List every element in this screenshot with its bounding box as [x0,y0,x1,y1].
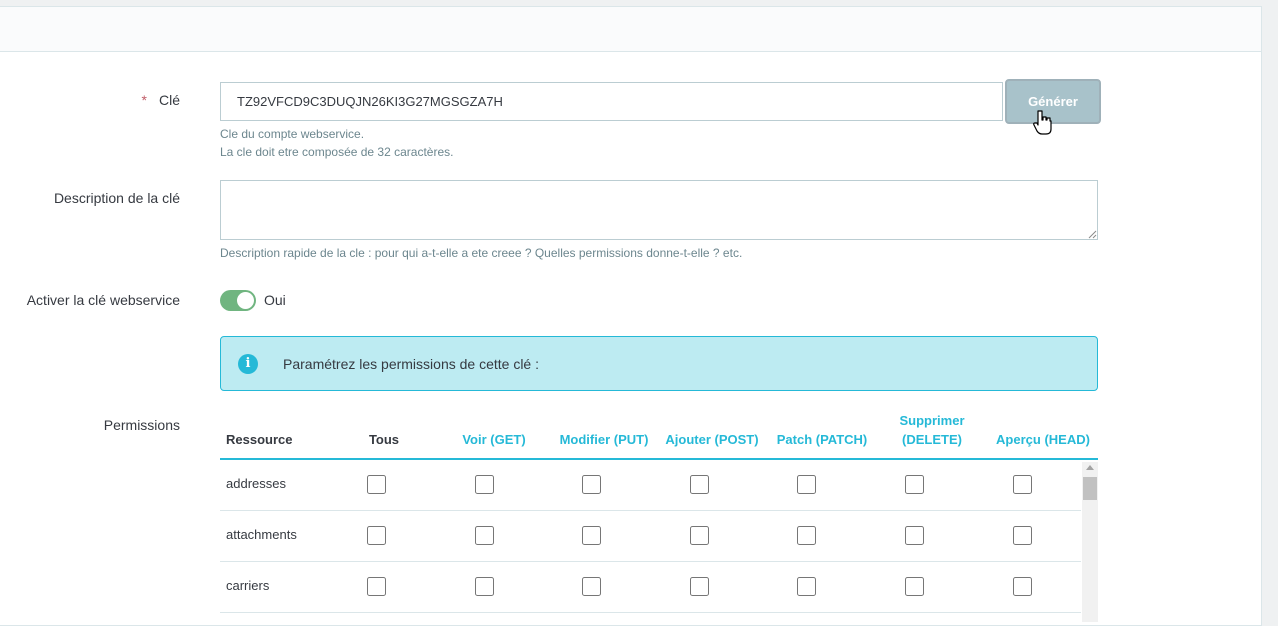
col-head[interactable]: Aperçu (HEAD) [993,410,1093,458]
checkbox-patch[interactable] [797,475,816,494]
info-icon: i [238,354,258,374]
col-patch[interactable]: Patch (PATCH) [772,410,872,458]
checkbox-delete[interactable] [905,475,924,494]
checkbox-patch[interactable] [797,577,816,596]
checkbox-put[interactable] [582,577,601,596]
col-delete-line1: Supprimer [899,412,965,428]
activate-label: Activer la clé webservice [26,292,180,308]
table-scrollbar[interactable] [1082,462,1098,622]
checkbox-head[interactable] [1013,577,1032,596]
checkbox-head[interactable] [1013,475,1032,494]
description-label: Description de la clé [53,190,180,206]
col-get[interactable]: Voir (GET) [449,410,539,458]
key-label: * Clé [141,92,180,108]
description-textarea[interactable] [220,180,1098,240]
panel-header [0,7,1261,52]
checkbox-put[interactable] [582,475,601,494]
permissions-label: Permissions [103,417,180,433]
checkbox-get[interactable] [475,475,494,494]
scroll-up-arrow-icon[interactable] [1086,465,1094,470]
checkbox-all[interactable] [367,526,386,545]
checkbox-all[interactable] [367,577,386,596]
resource-name: carriers [226,578,270,593]
table-row: addresses [220,460,1081,511]
checkbox-head[interactable] [1013,526,1032,545]
col-put[interactable]: Modifier (PUT) [552,410,656,458]
resource-name: attachments [226,527,297,542]
checkbox-patch[interactable] [797,526,816,545]
table-row: carriers [220,562,1081,613]
scroll-thumb[interactable] [1083,477,1097,500]
key-input[interactable] [220,82,1003,121]
resize-grip-icon[interactable] [1087,229,1097,239]
hand-cursor-icon [1033,110,1052,135]
checkbox-get[interactable] [475,577,494,596]
col-delete-line2: (DELETE) [902,431,962,447]
col-delete[interactable]: Supprimer (DELETE) [884,410,980,458]
activate-toggle[interactable] [220,290,256,311]
col-post[interactable]: Ajouter (POST) [662,410,762,458]
required-mark: * [141,92,147,108]
resource-name: addresses [226,476,286,491]
toggle-knob [237,292,254,309]
checkbox-all[interactable] [367,475,386,494]
info-alert: i Paramétrez les permissions de cette cl… [220,336,1098,391]
table-header: Ressource Tous Voir (GET) Modifier (PUT)… [220,410,1098,460]
generate-button[interactable]: Générer [1005,79,1101,124]
checkbox-post[interactable] [690,475,709,494]
checkbox-get[interactable] [475,526,494,545]
checkbox-delete[interactable] [905,577,924,596]
key-help-line1: Cle du compte webservice. [220,127,365,141]
activate-value: Oui [264,292,286,308]
checkbox-put[interactable] [582,526,601,545]
col-resource: Ressource [226,432,293,447]
alert-text: Paramétrez les permissions de cette clé … [283,356,539,372]
checkbox-post[interactable] [690,526,709,545]
table-row: attachments [220,511,1081,562]
col-all: Tous [368,432,400,447]
checkbox-post[interactable] [690,577,709,596]
description-help: Description rapide de la cle : pour qui … [220,246,743,260]
key-help-line2: La cle doit etre composée de 32 caractèr… [220,145,454,159]
checkbox-delete[interactable] [905,526,924,545]
